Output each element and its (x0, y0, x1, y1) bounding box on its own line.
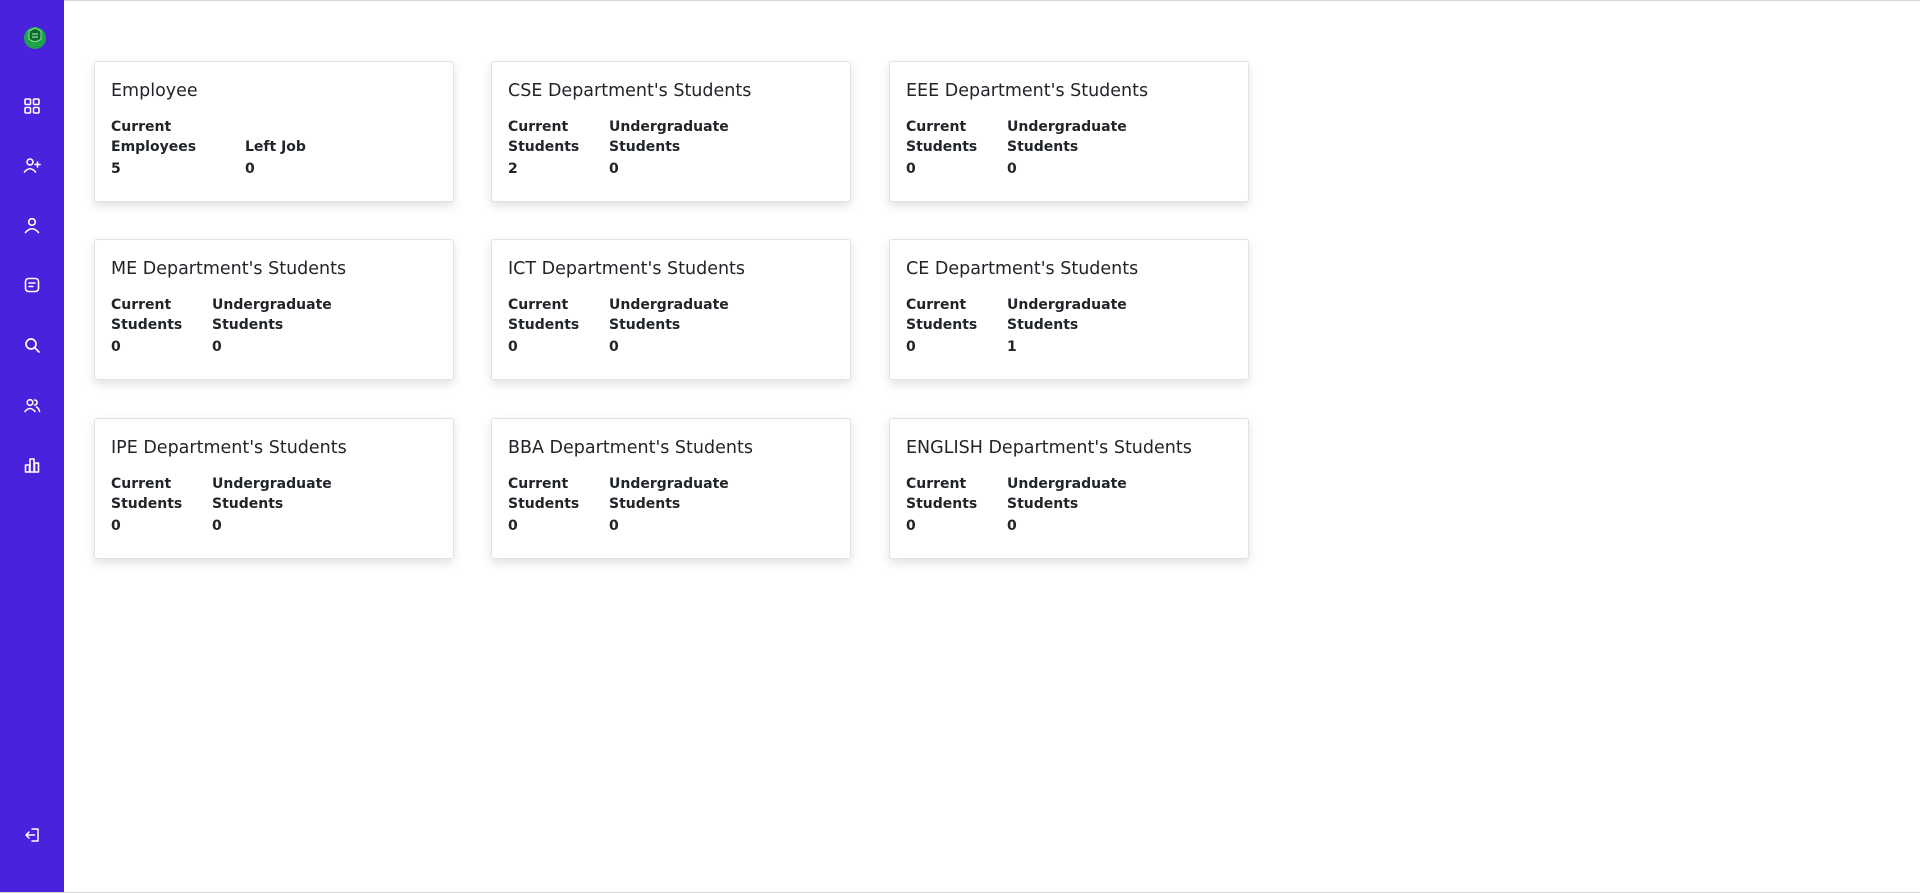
dashboard-grid-icon[interactable] (20, 94, 44, 118)
stat-label: Current Students (906, 476, 978, 512)
stat-label: Undergraduate Students (1007, 476, 1127, 512)
stat-value: 0 (1007, 518, 1017, 534)
logout-icon[interactable] (20, 823, 44, 847)
current-students-stat: Current Students 2 (508, 117, 579, 179)
department-card-english: ENGLISH Department's Students Current Stu… (889, 418, 1249, 559)
card-title: BBA Department's Students (508, 438, 753, 458)
employee-card: Employee Current Employees 5 Left Job 0 (94, 61, 454, 202)
undergraduate-students-stat: Undergraduate Students 0 (1007, 117, 1127, 179)
current-students-stat: Current Students 0 (906, 295, 977, 357)
stat-value: 0 (906, 518, 916, 534)
user-icon[interactable] (20, 213, 44, 237)
current-students-stat: Current Students 0 (906, 474, 977, 536)
stat-label: Undergraduate Students (609, 476, 729, 512)
stat-value: 0 (508, 518, 518, 534)
stat-value: 1 (1007, 339, 1017, 355)
stat-value: 0 (1007, 161, 1017, 177)
stat-value: 0 (906, 339, 916, 355)
department-card-bba: BBA Department's Students Current Student… (491, 418, 851, 559)
undergraduate-students-stat: Undergraduate Students 0 (1007, 474, 1127, 536)
undergraduate-students-stat: Undergraduate Students 0 (212, 295, 332, 357)
stat-label: Current Students (906, 297, 978, 333)
bar-chart-icon[interactable] (20, 453, 44, 477)
stat-value: 0 (609, 518, 619, 534)
department-card-ipe: IPE Department's Students Current Student… (94, 418, 454, 559)
stat-value: 0 (212, 518, 222, 534)
stat-label: Current Students (111, 476, 183, 512)
stat-value: 0 (212, 339, 222, 355)
search-icon[interactable] (20, 333, 44, 357)
stat-value: 0 (906, 161, 916, 177)
card-title: IPE Department's Students (111, 438, 347, 458)
card-title: CSE Department's Students (508, 81, 752, 101)
add-user-icon[interactable] (20, 153, 44, 177)
stat-value: 0 (609, 339, 619, 355)
department-card-ce: CE Department's Students Current Students… (889, 239, 1249, 380)
stat-label: Left Job (245, 139, 306, 155)
stat-label: Current Students (906, 119, 978, 155)
card-title: ICT Department's Students (508, 259, 746, 279)
users-group-icon[interactable] (20, 393, 44, 417)
undergraduate-students-stat: Undergraduate Students 0 (212, 474, 332, 536)
stat-value: 5 (111, 161, 121, 177)
department-card-me: ME Department's Students Current Students… (94, 239, 454, 380)
current-students-stat: Current Students 0 (508, 474, 579, 536)
current-students-stat: Current Students 0 (906, 117, 977, 179)
notes-icon[interactable] (20, 273, 44, 297)
top-border (0, 0, 1920, 1)
card-title: ENGLISH Department's Students (906, 438, 1192, 458)
stat-value: 2 (508, 161, 518, 177)
stat-value: 0 (111, 339, 121, 355)
stat-label: Undergraduate Students (609, 297, 729, 333)
department-card-ict: ICT Department's Students Current Student… (491, 239, 851, 380)
card-title: Employee (111, 81, 198, 101)
left-job-stat: Left Job 0 (245, 117, 306, 179)
department-card-eee: EEE Department's Students Current Student… (889, 61, 1249, 202)
current-students-stat: Current Students 0 (508, 295, 579, 357)
sidebar (0, 0, 64, 893)
card-title: ME Department's Students (111, 259, 347, 279)
university-logo[interactable] (22, 24, 48, 50)
stat-value: 0 (609, 161, 619, 177)
card-title: EEE Department's Students (906, 81, 1149, 101)
department-card-cse: CSE Department's Students Current Student… (491, 61, 851, 202)
stat-value: 0 (508, 339, 518, 355)
stat-value: 0 (245, 161, 255, 177)
stat-label: Undergraduate Students (1007, 119, 1127, 155)
undergraduate-students-stat: Undergraduate Students 0 (609, 117, 729, 179)
stat-label: Current Students (508, 476, 580, 512)
current-students-stat: Current Students 0 (111, 295, 182, 357)
stat-label: Undergraduate Students (212, 297, 332, 333)
stat-label: Undergraduate Students (212, 476, 332, 512)
stat-label: Current Employees (111, 119, 197, 155)
undergraduate-students-stat: Undergraduate Students 0 (609, 474, 729, 536)
card-title: CE Department's Students (906, 259, 1139, 279)
stat-label: Undergraduate Students (609, 119, 729, 155)
current-students-stat: Current Students 0 (111, 474, 182, 536)
undergraduate-students-stat: Undergraduate Students 0 (609, 295, 729, 357)
current-employees-stat: Current Employees 5 (111, 117, 196, 179)
undergraduate-students-stat: Undergraduate Students 1 (1007, 295, 1127, 357)
stat-label: Current Students (508, 119, 580, 155)
stat-label: Current Students (508, 297, 580, 333)
stat-value: 0 (111, 518, 121, 534)
stat-label: Current Students (111, 297, 183, 333)
stat-label: Undergraduate Students (1007, 297, 1127, 333)
